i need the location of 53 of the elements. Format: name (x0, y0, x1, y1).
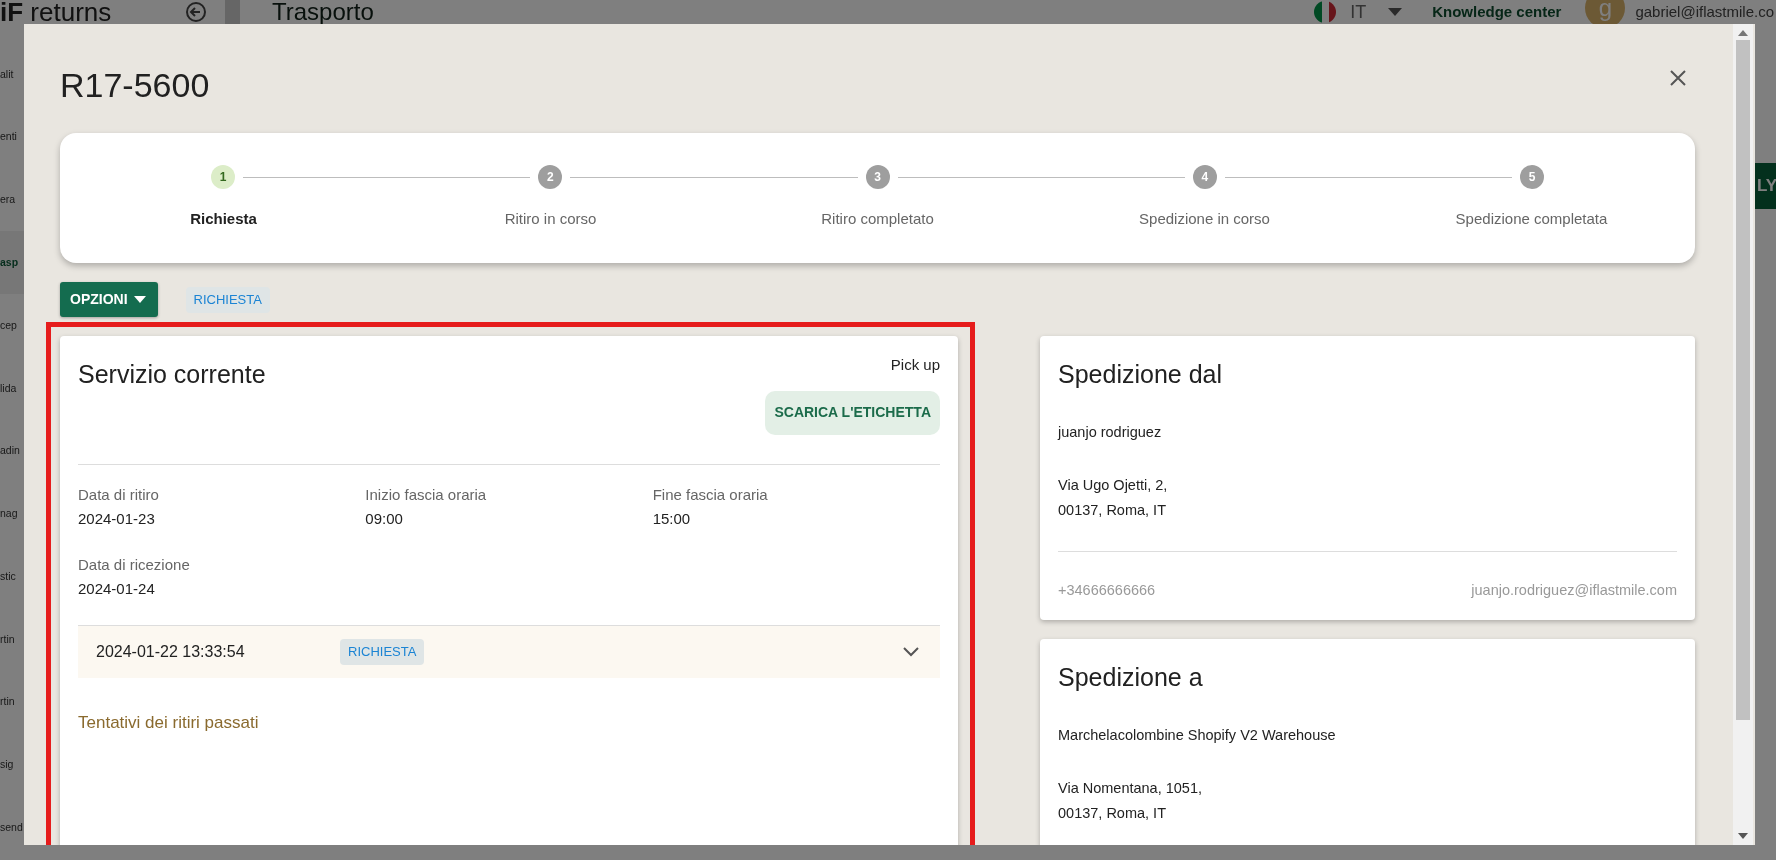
field-value: 2024-01-23 (78, 508, 156, 529)
status-chip: RICHIESTA (340, 638, 425, 665)
user-email: gabriel@iflastmile.co (1635, 1, 1774, 22)
step-label: Spedizione in corso (1139, 209, 1270, 229)
caret-icon (133, 296, 146, 303)
back-icon[interactable] (185, 1, 207, 23)
field-label: Fine fascia oraria (652, 484, 769, 505)
field-value: 15:00 (652, 508, 692, 529)
address-line: 00137, Roma, IT (1058, 501, 1167, 520)
options-button[interactable]: OPZIONI (60, 282, 158, 317)
contact-name: Marchelacolombine Shopify V2 Warehouse (1058, 725, 1337, 745)
scrollbar[interactable] (1733, 24, 1753, 845)
app-logo: iF returns (0, 0, 113, 24)
modal-title: R17-5600 (60, 65, 210, 105)
step-number: 2 (538, 165, 563, 189)
field-label: Data di ritiro (78, 484, 160, 505)
card-title: Spedizione a (1058, 661, 1204, 693)
help-link[interactable]: Knowledge center (1432, 0, 1562, 24)
sidebar-edge (225, 0, 240, 24)
status-chip: RICHIESTA (185, 286, 270, 313)
language-selector[interactable]: IT (1350, 0, 1367, 26)
address-line: 00137, Roma, IT (1058, 803, 1167, 823)
address-line: Via Nomentana, 1051, (1058, 778, 1204, 798)
field-value: 2024-01-24 (78, 578, 156, 599)
step-label: Spedizione completata (1455, 209, 1608, 229)
step-number: 5 (1520, 165, 1544, 189)
field-value: 09:00 (365, 508, 404, 529)
step-number: 4 (1192, 165, 1217, 189)
scroll-down-icon[interactable] (1738, 833, 1748, 839)
service-type: Pick up (890, 355, 940, 375)
history-row[interactable]: 2024-01-22 13:33:54 RICHIESTA (78, 625, 940, 678)
chevron-icon[interactable] (903, 646, 919, 657)
step-number: 1 (211, 165, 235, 189)
email-address: juanjo.rodriguez@iflastmile.com (1471, 581, 1677, 600)
step-label: Richiesta (190, 209, 257, 229)
field-label: Inizio fascia oraria (365, 484, 488, 505)
section-title: Tentativi dei ritiri passati (78, 711, 260, 734)
address-line: Via Ugo Ojetti, 2, (1058, 476, 1169, 495)
step-label: Ritiro completato (821, 209, 934, 229)
page-title: Trasporto (272, 0, 374, 24)
step-label: Ritiro in corso (504, 209, 597, 229)
scroll-up-icon[interactable] (1738, 30, 1748, 36)
flag-icon (1314, 1, 1337, 23)
step-number: 3 (865, 165, 890, 189)
download-label-button[interactable]: SCARICA L'ETICHETTA (765, 390, 940, 435)
timestamp: 2024-01-22 13:33:54 (96, 641, 246, 662)
card-title: Spedizione dal (1058, 359, 1223, 390)
phone-number: +34666666666 (1058, 581, 1156, 600)
action-button[interactable]: LY (1755, 163, 1776, 209)
card-title: Servizio corrente (78, 359, 266, 390)
contact-name: juanjo rodriguez (1058, 423, 1163, 442)
caret-icon[interactable] (1388, 8, 1403, 16)
field-label: Data di ricezione (78, 554, 191, 575)
